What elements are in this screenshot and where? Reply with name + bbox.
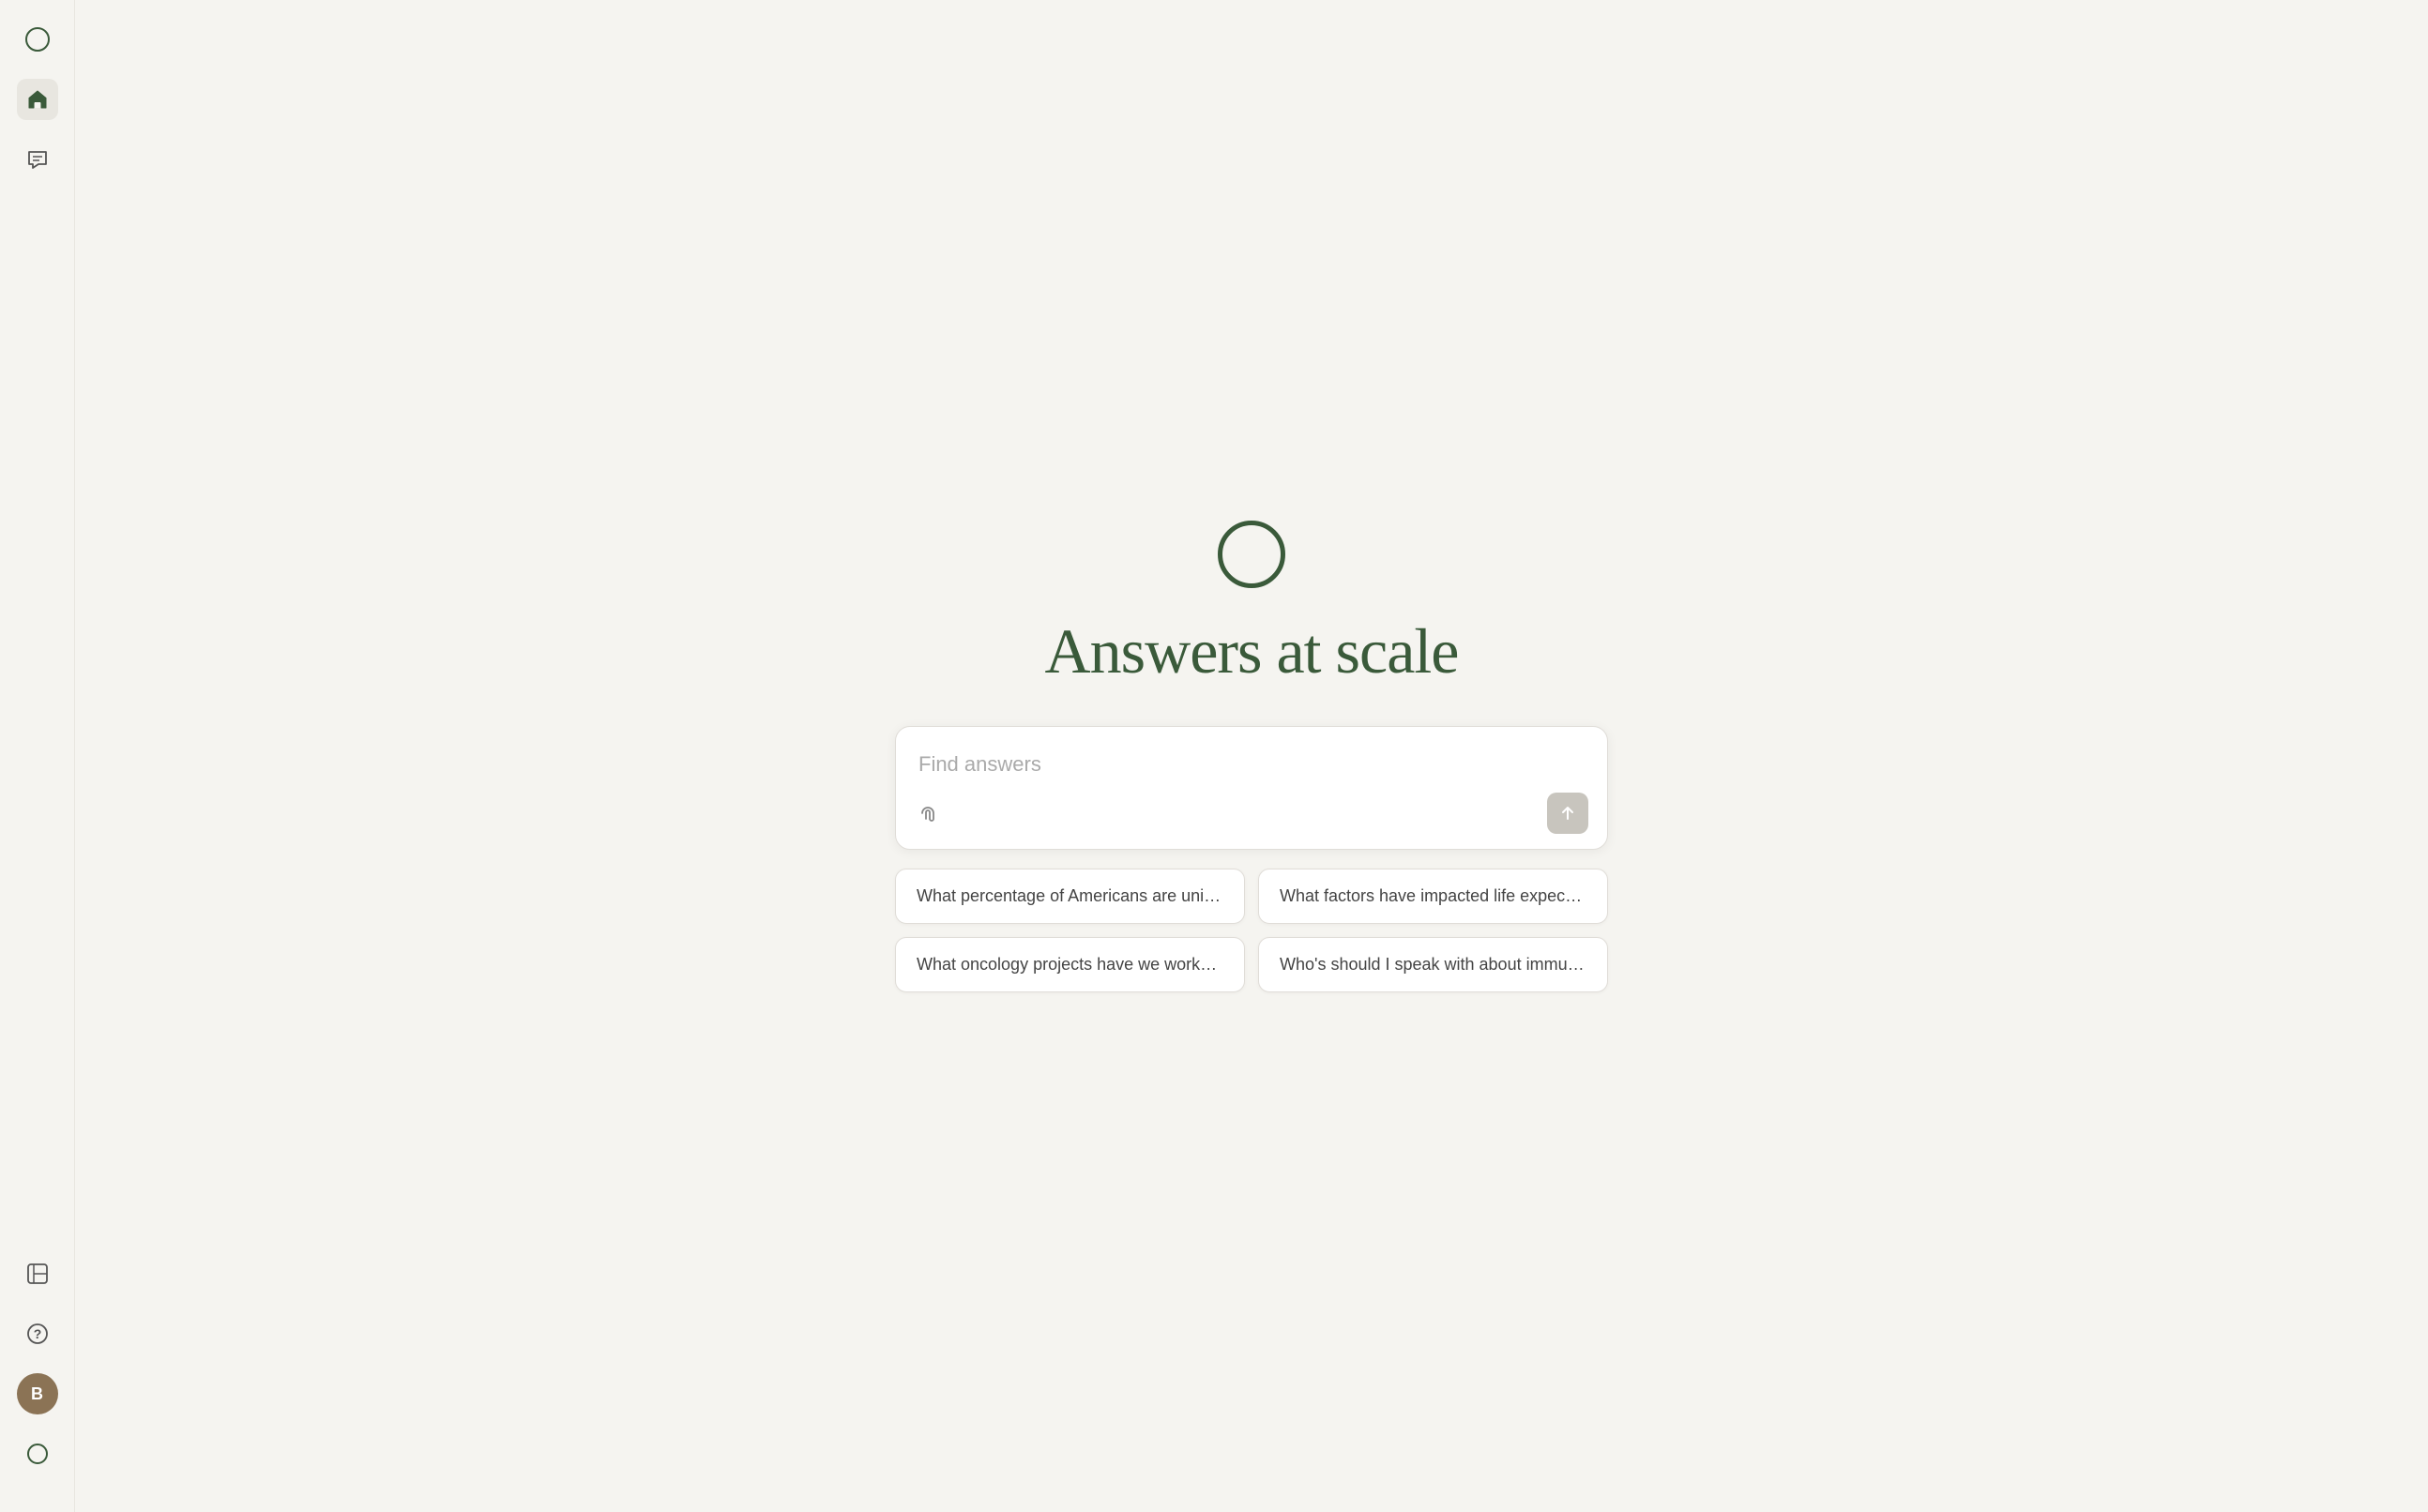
main-content: Answers at scale What percentage of Amer: [75, 0, 2428, 1512]
circle-outline-icon: [25, 27, 50, 52]
search-footer: [915, 793, 1588, 834]
user-avatar[interactable]: B: [17, 1373, 58, 1414]
sidebar-item-home[interactable]: [17, 79, 58, 120]
svg-text:?: ?: [33, 1326, 41, 1341]
sidebar: ? B: [0, 0, 75, 1512]
suggestions-grid: What percentage of Americans are uninsu.…: [895, 869, 1608, 992]
suggestion-4[interactable]: Who's should I speak with about immunot.…: [1258, 937, 1608, 992]
suggestion-2[interactable]: What factors have impacted life expectan…: [1258, 869, 1608, 924]
avatar-label: B: [31, 1384, 43, 1404]
panel-icon: [25, 1262, 50, 1286]
status-circle-icon: [27, 1444, 48, 1464]
sidebar-bottom: ? B: [17, 1253, 58, 1493]
chat-icon: [25, 147, 50, 172]
attach-icon[interactable]: [915, 800, 941, 826]
sidebar-item-help[interactable]: ?: [17, 1313, 58, 1354]
suggestion-3[interactable]: What oncology projects have we worked o.…: [895, 937, 1245, 992]
search-box: [895, 726, 1608, 850]
page-headline: Answers at scale: [1045, 614, 1459, 688]
sidebar-item-panel[interactable]: [17, 1253, 58, 1294]
sidebar-top: [17, 19, 58, 1253]
home-icon: [25, 87, 50, 112]
app-logo: [1218, 521, 1285, 588]
sidebar-item-chat[interactable]: [17, 139, 58, 180]
suggestion-1[interactable]: What percentage of Americans are uninsu.…: [895, 869, 1245, 924]
search-input[interactable]: [915, 746, 1588, 783]
sidebar-item-status[interactable]: [17, 1433, 58, 1474]
logo-nav-icon[interactable]: [17, 19, 58, 60]
center-container: Answers at scale What percentage of Amer: [895, 521, 1608, 992]
help-icon: ?: [25, 1322, 50, 1346]
send-button[interactable]: [1547, 793, 1588, 834]
